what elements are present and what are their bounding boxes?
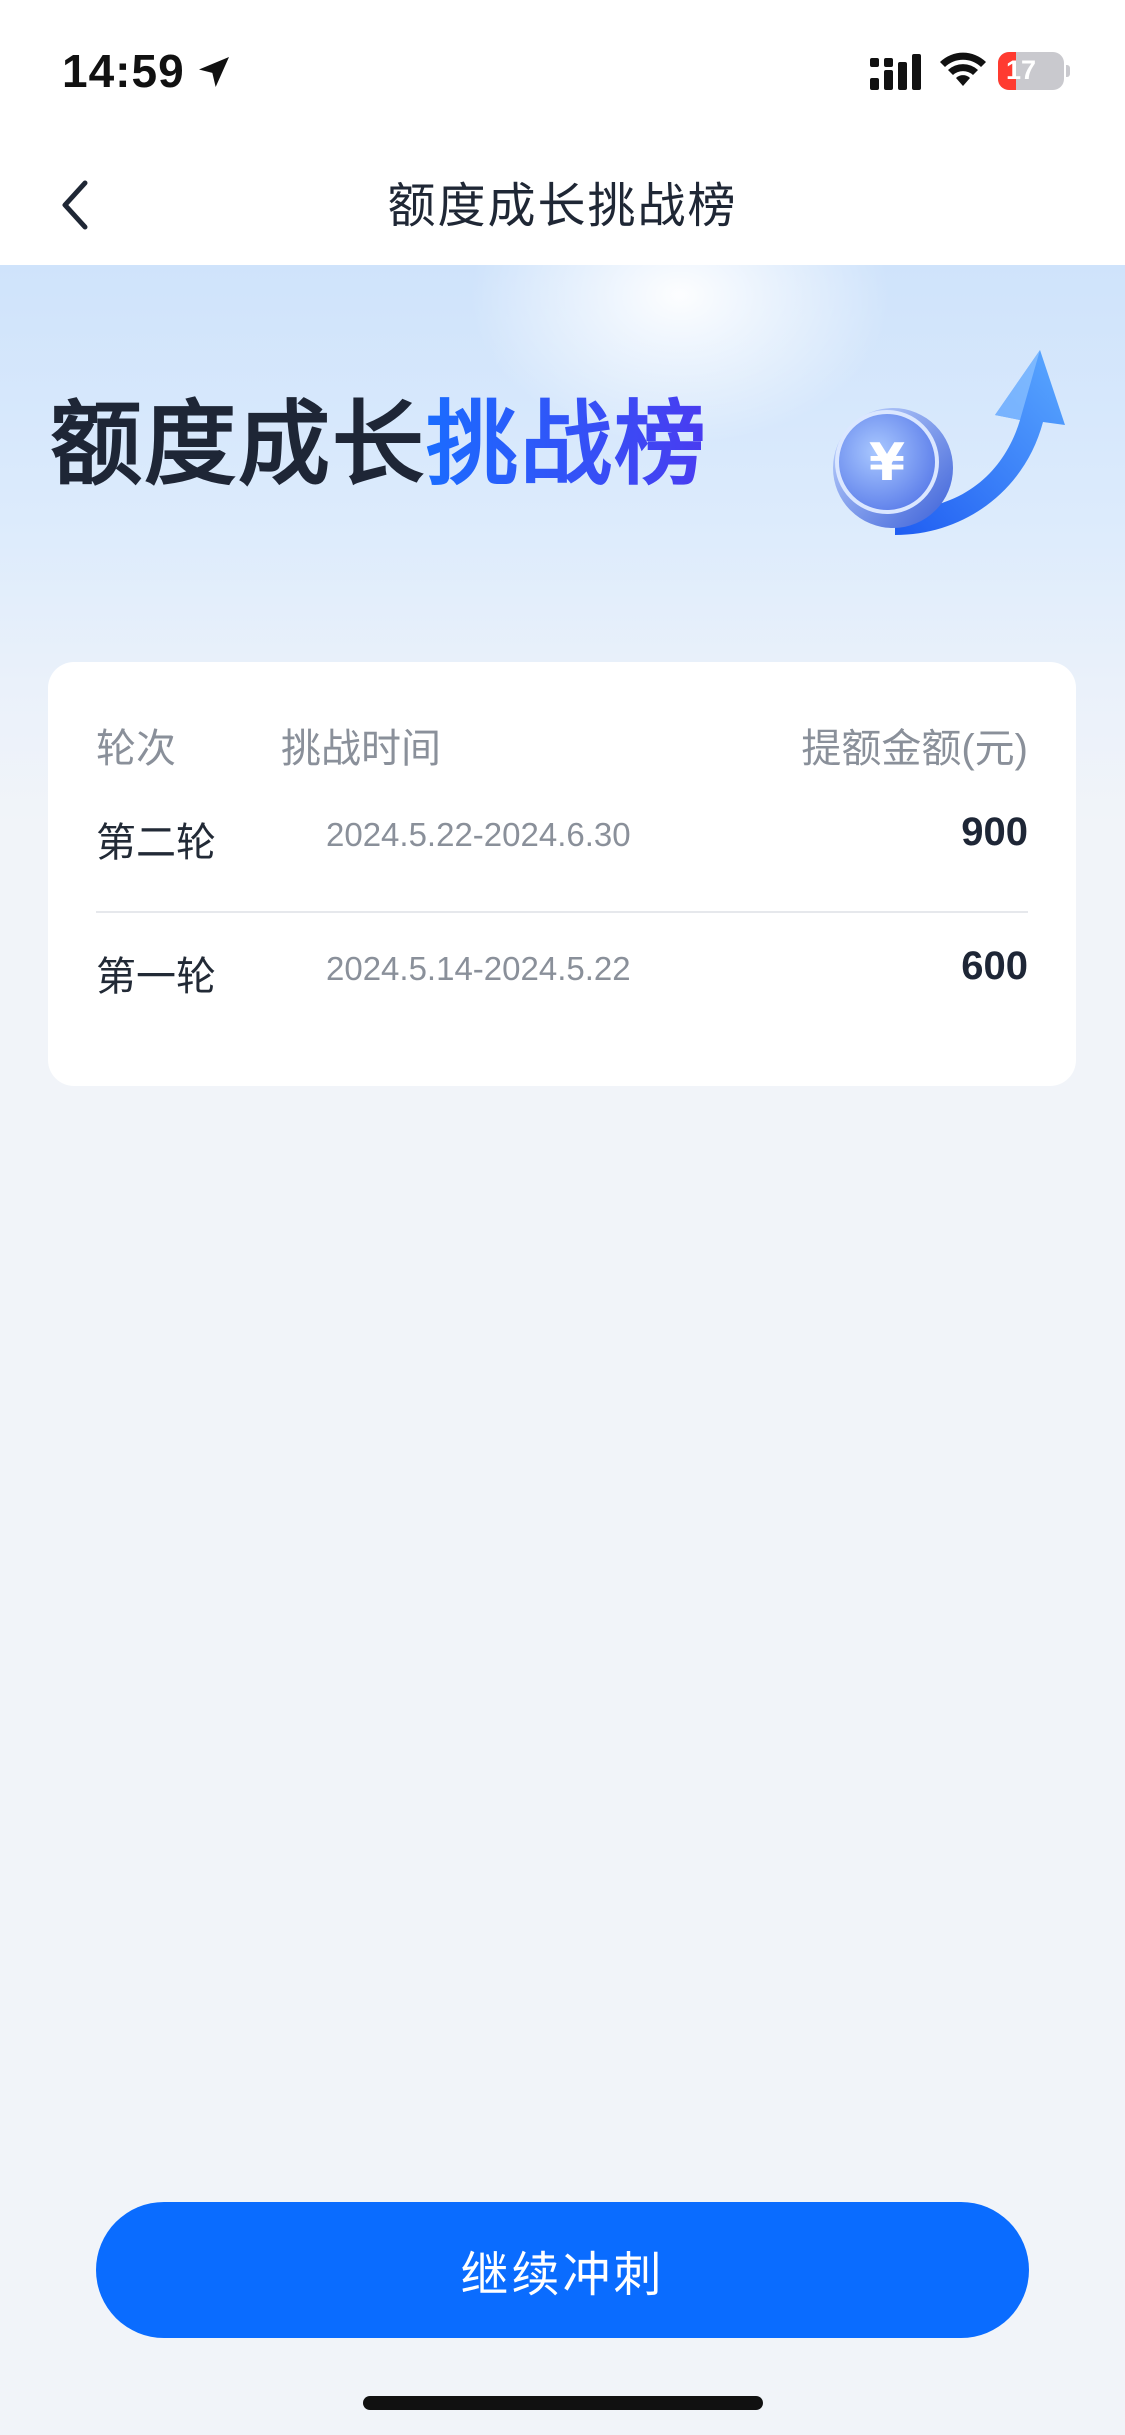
table-header: 轮次 挑战时间 提额金额(元) <box>48 716 1076 776</box>
table-row: 第二轮 2024.5.22-2024.6.30 900 <box>96 780 1028 913</box>
header-amount: 提额金额(元) <box>801 727 1028 771</box>
hero-title-dark: 额度成长 <box>50 394 427 496</box>
header-round: 轮次 <box>96 727 176 771</box>
row-round: 第二轮 <box>96 821 216 865</box>
row-time: 2024.5.22-2024.6.30 <box>326 816 631 853</box>
hero-title-highlight: 挑战榜 <box>426 394 709 496</box>
location-arrow-icon <box>199 57 229 87</box>
row-amount: 600 <box>961 944 1028 988</box>
row-round: 第一轮 <box>96 955 216 999</box>
table-row: 第一轮 2024.5.14-2024.5.22 600 <box>96 914 1028 1047</box>
nav-title: 额度成长挑战榜 <box>387 180 738 233</box>
continue-sprint-button[interactable]: 继续冲刺 <box>96 2202 1029 2338</box>
svg-text:¥: ¥ <box>869 433 905 493</box>
wifi-icon <box>940 52 986 86</box>
challenge-record-card: 轮次 挑战时间 提额金额(元) 第二轮 2024.5.22-2024.6.30 … <box>48 662 1076 1086</box>
battery-level-text: 17 <box>1006 55 1037 85</box>
page: 14:59 17 额度成长挑战榜 额度成长挑战榜 ¥ 轮次 挑战时间 提额金额(… <box>0 0 1125 2435</box>
cellular-signal-icon <box>870 54 921 90</box>
status-time: 14:59 <box>62 45 185 97</box>
battery-charging-icon: 17 <box>998 52 1070 90</box>
nav-bar: 额度成长挑战榜 <box>0 140 1125 265</box>
status-bar: 14:59 17 <box>0 0 1125 140</box>
header-time: 挑战时间 <box>281 727 441 771</box>
hero-title: 额度成长挑战榜 <box>50 394 709 496</box>
coin-up-arrow-icon: ¥ <box>833 350 1065 535</box>
row-time: 2024.5.14-2024.5.22 <box>326 950 631 987</box>
home-indicator[interactable] <box>363 2396 763 2410</box>
row-amount: 900 <box>961 810 1028 854</box>
